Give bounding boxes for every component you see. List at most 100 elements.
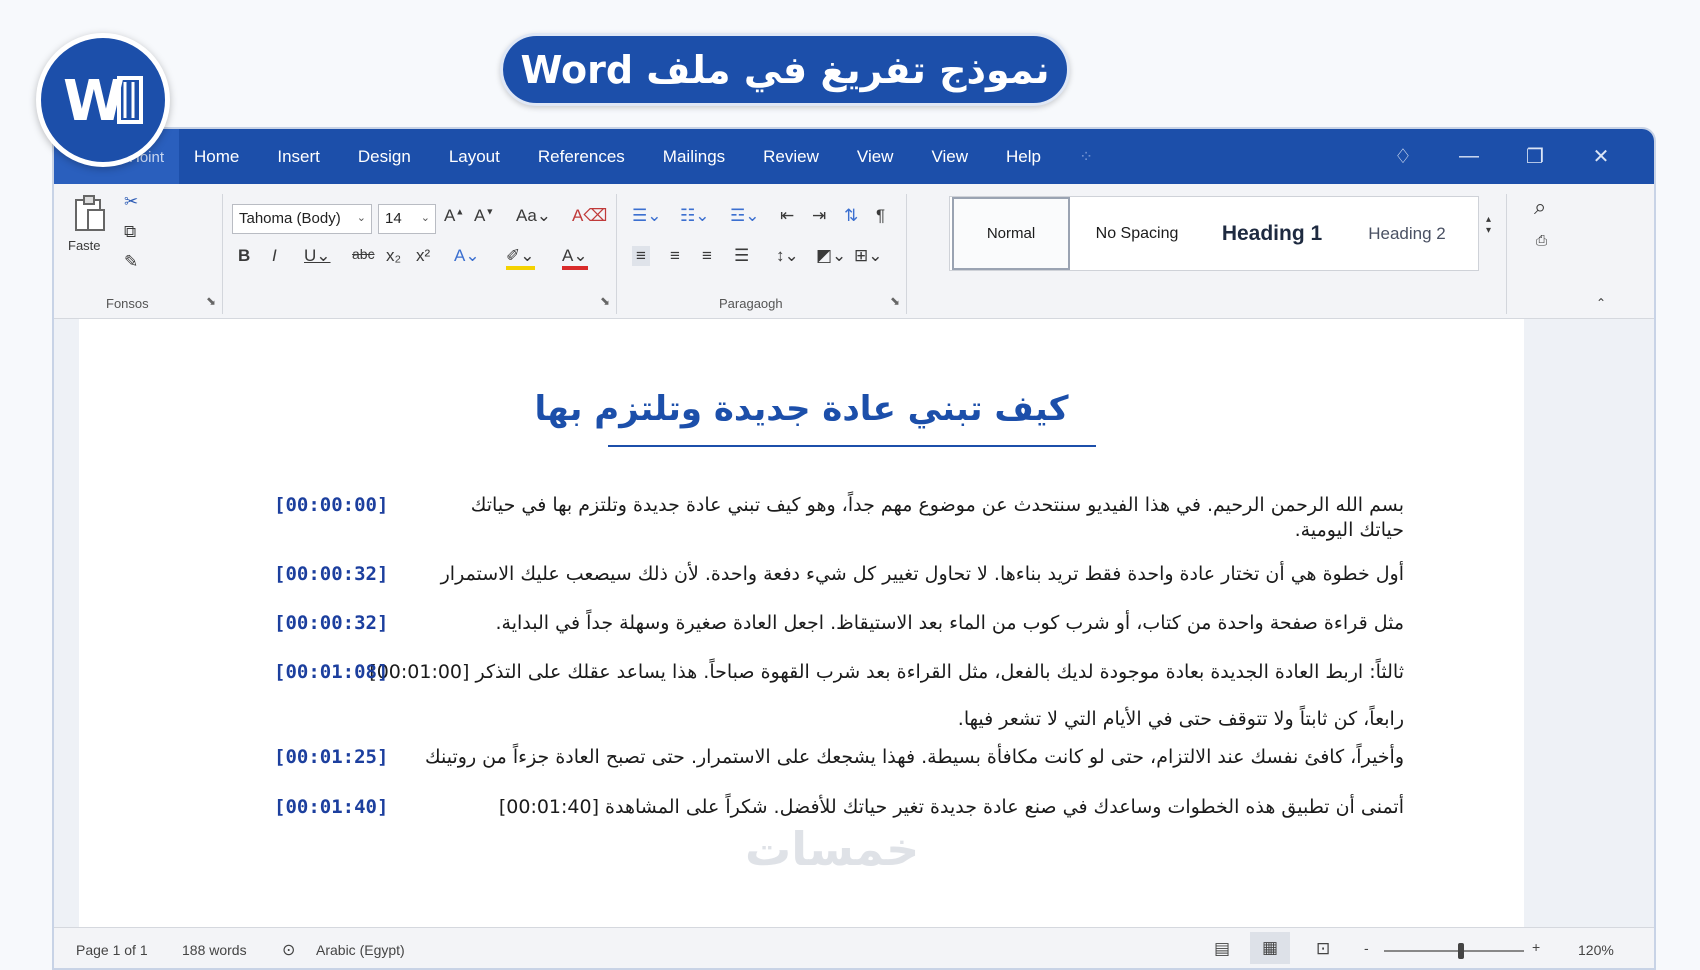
grow-font-icon[interactable]: A▲ [444, 206, 464, 226]
accessibility-icon[interactable]: ⊙ [282, 940, 295, 960]
close-icon[interactable]: ✕ [1568, 144, 1634, 169]
decrease-indent-icon[interactable]: ⇤ [780, 206, 794, 226]
tab-insert[interactable]: Insert [277, 147, 320, 167]
align-left-icon[interactable]: ≡ [632, 246, 650, 266]
multilevel-list-icon[interactable]: ☲⌄ [730, 206, 759, 226]
timestamp: [00:01:08] [274, 661, 389, 683]
focus-mode-icon[interactable]: ▤ [1214, 939, 1230, 959]
strikethrough-icon[interactable]: abc [352, 246, 375, 262]
tab-mailings[interactable]: Mailings [663, 147, 725, 167]
cut-icon[interactable]: ✂ [124, 192, 138, 212]
word-w-icon: W [63, 69, 143, 132]
paste-label[interactable]: Faste [68, 238, 101, 253]
collapse-ribbon-icon[interactable]: ⌃ [1596, 296, 1606, 310]
text-effects-icon[interactable]: A⌄ [454, 246, 480, 266]
timestamp: [00:00:32] [274, 612, 389, 634]
tab-review[interactable]: Review [763, 147, 819, 167]
page-count[interactable]: Page 1 of 1 [76, 942, 148, 958]
print-layout-icon[interactable]: ▦ [1250, 932, 1291, 964]
title-underline [608, 445, 1096, 447]
format-painter-icon[interactable]: ✎ [124, 252, 138, 272]
svg-text:W: W [63, 69, 125, 132]
zoom-in-icon[interactable]: + [1532, 939, 1540, 955]
ribbon-tab-bar: Hoint Home Insert Design Layout Referenc… [54, 129, 1654, 184]
timestamp: [00:00:32] [274, 563, 389, 585]
shading-icon[interactable]: ◩⌄ [816, 246, 846, 266]
font-name-select[interactable]: Tahoma (Body) ⌄ [232, 204, 372, 234]
more-icon[interactable]: ⁘ [1079, 147, 1093, 167]
styles-gallery: Normal No Spacing Heading 1 Heading 2 [949, 196, 1479, 271]
show-marks-icon[interactable]: ¶ [876, 206, 885, 226]
minimize-icon[interactable]: — [1436, 145, 1502, 168]
align-right-icon[interactable]: ≡ [702, 246, 712, 266]
numbering-icon[interactable]: ☷⌄ [680, 206, 709, 226]
language-indicator[interactable]: Arabic (Egypt) [316, 942, 405, 958]
transcript-line: بسم الله الرحمن الرحيم. في هذا الفيديو س… [274, 491, 1404, 519]
tab-view[interactable]: View [857, 147, 894, 167]
transcript-line: ثالثاً: اربط العادة الجديدة بعادة موجودة… [274, 658, 1404, 686]
paste-icon[interactable] [72, 194, 108, 234]
clipboard-group-label: Fonsos [106, 296, 149, 311]
tab-layout[interactable]: Layout [449, 147, 500, 167]
style-no-spacing[interactable]: No Spacing [1074, 197, 1200, 270]
ribbon: Faste ✂ ⧉ ✎ Fonsos ⬊ Tahoma (Body) ⌄ 14 ⌄ … [54, 184, 1654, 319]
tab-references[interactable]: References [538, 147, 625, 167]
underline-icon[interactable]: U⌄ [304, 246, 331, 266]
transcript-line: أتمنى أن تطبيق هذه الخطوات وساعدك في صنع… [274, 793, 1404, 821]
sort-icon[interactable]: ⇅ [844, 206, 858, 226]
banner-title: نموذج تفريغ في ملف Word [520, 47, 1050, 92]
timestamp: [00:00:00] [274, 494, 389, 516]
transcript-line: أول خطوة هي أن تختار عادة واحدة فقط تريد… [274, 560, 1404, 588]
paragraph-launcher-icon[interactable]: ⬊ [890, 294, 900, 308]
shrink-font-icon[interactable]: A▼ [474, 206, 494, 226]
ribbon-tabs: Home Insert Design Layout References Mai… [194, 129, 1131, 184]
window-controls: ♢ — ❐ ✕ [1370, 129, 1634, 184]
tab-help[interactable]: Help [1006, 147, 1041, 167]
restore-icon[interactable]: ❐ [1502, 144, 1568, 169]
tab-home[interactable]: Home [194, 147, 239, 167]
transcript-line-continuation: حياتك اليومية. [1294, 519, 1404, 541]
bullets-icon[interactable]: ☰⌄ [632, 206, 661, 226]
zoom-out-icon[interactable]: - [1364, 940, 1369, 956]
style-heading-1[interactable]: Heading 1 [1202, 197, 1342, 270]
increase-indent-icon[interactable]: ⇥ [812, 206, 826, 226]
font-color-icon[interactable]: A⌄ [562, 246, 588, 270]
change-case-icon[interactable]: Aa⌄ [516, 206, 551, 226]
watermark-logo: خمسات [745, 822, 920, 876]
tab-view-2[interactable]: View [931, 147, 968, 167]
superscript-icon[interactable]: x² [416, 246, 430, 266]
document-title: كيف تبني عادة جديدة وتلتزم بها [534, 389, 1069, 429]
word-count[interactable]: 188 words [182, 942, 247, 958]
transcript-line: رابعاً، كن ثابتاً ولا تتوقف حتى في الأيا… [957, 708, 1404, 730]
justify-icon[interactable]: ☰ [734, 246, 749, 266]
editing-icon[interactable]: ⌕ [1534, 194, 1546, 220]
lightbulb-icon[interactable]: ♢ [1370, 144, 1436, 169]
subscript-icon[interactable]: x₂ [386, 246, 401, 266]
borders-icon[interactable]: ⊞⌄ [854, 246, 883, 266]
zoom-slider-thumb[interactable] [1457, 943, 1464, 959]
font-size-select[interactable]: 14 ⌄ [378, 204, 436, 234]
header-banner: نموذج تفريغ في ملف Word [500, 33, 1070, 106]
font-launcher-icon[interactable]: ⬊ [600, 294, 610, 308]
transcript-line: وأخيراً، كافئ نفسك عند الالتزام، حتى لو … [274, 743, 1404, 771]
dictate-icon[interactable]: ⎙ [1536, 232, 1547, 249]
web-layout-icon[interactable]: ⊡ [1316, 939, 1330, 959]
word-logo: W [36, 33, 170, 167]
timestamp: [00:01:40] [274, 796, 389, 818]
tab-design[interactable]: Design [358, 147, 411, 167]
highlight-icon[interactable]: ✐⌄ [506, 246, 535, 270]
status-bar: Page 1 of 1 188 words ⊙ Arabic (Egypt) ▤… [54, 927, 1654, 968]
italic-icon[interactable]: I [272, 246, 277, 266]
align-center-icon[interactable]: ≡ [670, 246, 680, 266]
copy-icon[interactable]: ⧉ [124, 222, 136, 242]
clear-format-icon[interactable]: A⌫ [572, 206, 607, 226]
style-normal[interactable]: Normal [952, 197, 1070, 270]
zoom-level[interactable]: 120% [1578, 942, 1614, 958]
line-spacing-icon[interactable]: ↕⌄ [776, 246, 799, 266]
transcript-line: مثل قراءة صفحة واحدة من كتاب، أو شرب كوب… [274, 609, 1404, 637]
bold-icon[interactable]: B [238, 246, 250, 266]
style-heading-2[interactable]: Heading 2 [1342, 197, 1472, 270]
styles-scroll-icon[interactable]: ▴ ▾ [1486, 214, 1491, 236]
clipboard-launcher-icon[interactable]: ⬊ [206, 294, 216, 308]
zoom-slider[interactable] [1384, 943, 1524, 959]
